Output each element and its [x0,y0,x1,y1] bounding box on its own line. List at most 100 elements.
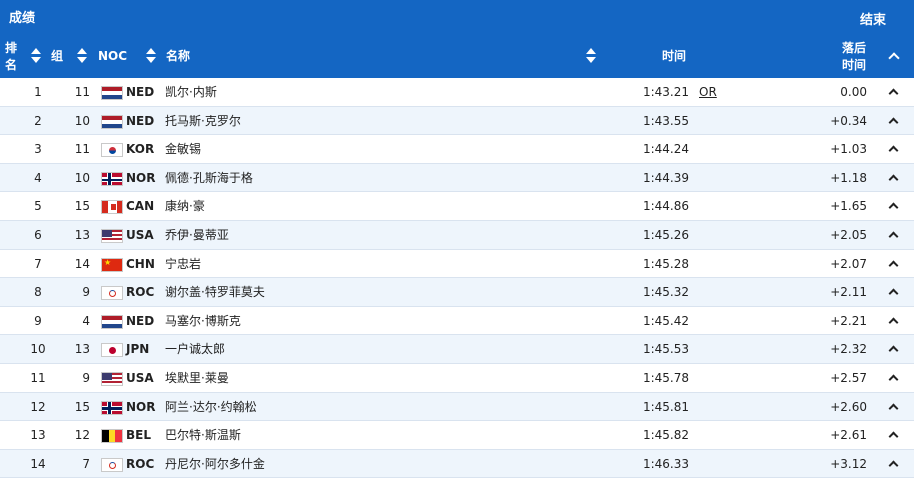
roc-flag-icon [101,286,123,301]
table-row[interactable]: 8 9 ROC 谢尔盖·特罗菲莫夫 1:45.32 +2.11 [0,278,914,307]
usa-flag-icon [101,228,123,243]
time-cell: 1:45.82 [642,428,689,443]
table-row[interactable]: 6 13 USA 乔伊·曼蒂亚 1:45.26 +2.05 [0,220,914,250]
noc-cell: USA [126,227,154,242]
noc-cell: ROC [126,456,155,471]
athlete-name[interactable]: 丹尼尔·阿尔多什金 [165,450,265,478]
expand-row-icon[interactable] [888,231,899,242]
sort-arrows-icon[interactable] [31,48,41,64]
noc-cell: ROC [126,285,155,300]
sort-arrows-icon[interactable] [146,48,156,64]
expand-row-icon[interactable] [888,202,899,213]
gap-cell: +2.61 [830,428,867,443]
table-row[interactable]: 1 11 NED 凯尔·内斯 1:43.21 OR 0.00 [0,78,914,107]
expand-row-icon[interactable] [888,288,899,299]
table-row[interactable]: 5 15 CAN 康纳·豪 1:44.86 +1.65 [0,192,914,221]
gap-cell: +2.05 [830,227,867,242]
expand-row-icon[interactable] [888,174,899,185]
athlete-name[interactable]: 巴尔特·斯温斯 [165,421,241,449]
noc-cell: CAN [126,199,155,214]
athlete-name[interactable]: 阿兰·达尔·约翰松 [165,393,257,421]
column-header-gap: 落后 时间 [841,41,866,72]
column-header-group[interactable]: 组 [51,48,63,65]
table-row[interactable]: 4 10 NOR 佩德·孔斯海于格 1:44.39 +1.18 [0,163,914,193]
athlete-name[interactable]: 乔伊·曼蒂亚 [165,221,229,249]
group-cell: 10 [74,113,90,128]
table-row[interactable]: 7 14 ★ CHN 宁忠岩 1:45.28 +2.07 [0,250,914,279]
group-cell: 14 [74,256,90,271]
gap-cell: +2.57 [830,370,867,385]
expand-row-icon[interactable] [888,260,899,271]
expand-row-icon[interactable] [888,145,899,156]
expand-row-icon[interactable] [888,403,899,413]
athlete-name[interactable]: 凯尔·内斯 [165,78,217,106]
jpn-flag-icon [101,343,123,358]
expand-row-icon[interactable] [888,374,899,385]
gap-cell: +1.65 [830,199,867,214]
can-flag-icon [101,200,123,215]
gap-cell: +2.21 [830,313,867,328]
athlete-name[interactable]: 埃默里·莱曼 [165,364,229,392]
expand-row-icon[interactable] [888,88,899,99]
page-title: 成绩 [9,11,36,26]
athlete-name[interactable]: 金敏锡 [165,135,201,163]
status-label: 结束 [859,13,886,28]
ned-flag-icon [101,86,123,100]
results-table: 1 11 NED 凯尔·内斯 1:43.21 OR 0.00 2 10 NED 托马斯·克罗尔 1:4… [0,78,914,478]
time-cell: 1:43.55 [642,113,689,128]
time-cell: 1:45.81 [642,399,689,414]
expand-row-icon[interactable] [888,117,899,128]
table-row[interactable]: 12 15 NOR 阿兰·达尔·约翰松 1:45.81 +2.60 [0,392,914,422]
gap-cell: +2.32 [830,342,867,357]
expand-row-icon[interactable] [888,431,899,442]
athlete-name[interactable]: 谢尔盖·特罗菲莫夫 [165,278,265,306]
table-row[interactable]: 13 12 BEL 巴尔特·斯温斯 1:45.82 +2.61 [0,421,914,450]
athlete-name[interactable]: 宁忠岩 [165,250,201,278]
collapse-all-icon[interactable] [888,52,900,64]
time-cell: 1:45.28 [642,256,689,271]
group-cell: 11 [74,142,90,157]
time-cell: 1:44.24 [642,142,689,157]
expand-row-icon[interactable] [888,460,899,471]
group-cell: 15 [74,399,90,414]
time-cell: 1:46.33 [642,456,689,471]
time-cell: 1:45.32 [642,285,689,300]
group-cell: 13 [74,342,90,357]
table-row[interactable]: 10 13 JPN 一户诚太郎 1:45.53 +2.32 [0,335,914,364]
athlete-name[interactable]: 佩德·孔斯海于格 [165,164,253,192]
noc-cell: NED [126,113,155,128]
group-cell: 7 [82,456,90,471]
noc-cell: JPN [126,342,150,357]
column-header-name[interactable]: 名称 [166,48,190,65]
column-header-time: 时间 [662,49,687,63]
time-cell: 1:43.21 [642,85,689,99]
expand-row-icon[interactable] [888,345,899,356]
results-header: 成绩 结束 排名 组 NOC 名称 时间 落后 时间 [0,0,914,78]
table-row[interactable]: 14 7 ROC 丹尼尔·阿尔多什金 1:46.33 +3.12 [0,449,914,478]
expand-row-icon[interactable] [888,317,899,328]
athlete-name[interactable]: 托马斯·克罗尔 [165,107,241,135]
sort-arrows-icon[interactable] [77,48,87,64]
column-header-noc[interactable]: NOC [98,48,127,65]
nor-flag-icon [101,171,123,186]
time-cell: 1:45.26 [642,227,689,242]
table-row[interactable]: 9 4 NED 马塞尔·博斯克 1:45.42 +2.21 [0,307,914,336]
table-row[interactable]: 3 11 KOR 金敏锡 1:44.24 +1.03 [0,135,914,164]
table-row[interactable]: 11 9 USA 埃默里·莱曼 1:45.78 +2.57 [0,364,914,393]
ned-flag-icon [101,114,123,129]
athlete-name[interactable]: 一户诚太郎 [165,335,225,363]
sort-arrows-icon[interactable] [586,48,596,64]
record-badge[interactable]: OR [699,78,717,106]
group-cell: 12 [74,428,90,443]
column-header-rank[interactable]: 排名 [3,40,19,74]
table-row[interactable]: 2 10 NED 托马斯·克罗尔 1:43.55 +0.34 [0,106,914,136]
group-cell: 4 [82,313,90,328]
gap-cell: +1.18 [830,170,867,185]
time-cell: 1:45.78 [642,370,689,385]
group-cell: 9 [82,370,90,385]
athlete-name[interactable]: 康纳·豪 [165,192,205,220]
kor-flag-icon [101,143,123,158]
athlete-name[interactable]: 马塞尔·博斯克 [165,307,241,335]
noc-cell: NED [126,85,155,99]
gap-cell: +1.03 [830,142,867,157]
